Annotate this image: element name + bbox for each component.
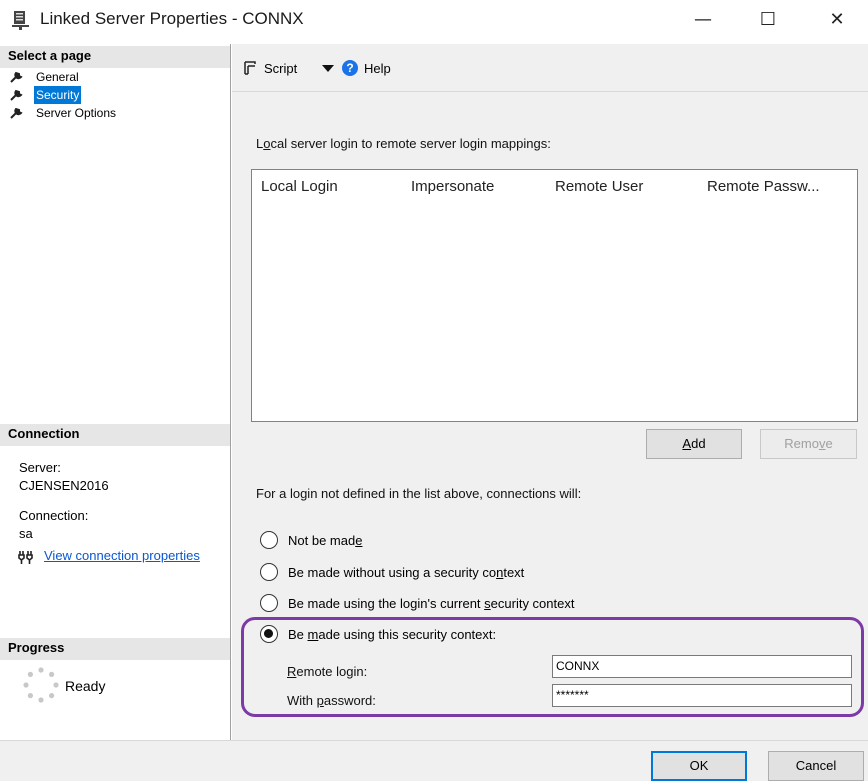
page-item-label: Security — [34, 86, 82, 104]
progress-header: Progress — [0, 638, 230, 660]
help-button[interactable]: ? Help — [342, 58, 391, 78]
option-label: Be made without using a security context — [288, 564, 525, 580]
left-pane-background — [0, 44, 231, 740]
option-this-security-context[interactable]: Be made using this security context: — [260, 624, 496, 644]
column-header-impersonate[interactable]: Impersonate — [411, 178, 494, 195]
option-label: Be made using the login's current securi… — [288, 595, 575, 611]
password-label: With password: — [287, 693, 376, 708]
script-button[interactable]: Script — [242, 58, 297, 78]
plug-icon — [18, 551, 33, 564]
maximize-button[interactable]: ☐ — [745, 0, 791, 40]
radio-login-current-security-context[interactable] — [260, 594, 278, 612]
progress-status: Ready — [65, 678, 106, 694]
ok-button[interactable]: OK — [651, 751, 747, 781]
help-label: Help — [364, 60, 391, 76]
script-dropdown-chevron-icon[interactable] — [320, 58, 336, 78]
connection-header: Connection — [0, 424, 230, 446]
page-item-server-options[interactable]: Server Options — [8, 104, 118, 122]
not-defined-label: For a login not defined in the list abov… — [256, 486, 582, 501]
password-input[interactable]: ******* — [552, 684, 852, 707]
page-item-security[interactable]: Security — [8, 86, 118, 104]
server-icon — [12, 11, 29, 30]
remove-button[interactable]: Remove — [760, 429, 857, 459]
page-item-general[interactable]: General — [8, 68, 118, 86]
server-value: CJENSEN2016 — [19, 478, 109, 493]
minimize-button[interactable]: — — [680, 0, 726, 40]
column-header-local-login[interactable]: Local Login — [261, 178, 338, 195]
login-mappings-grid[interactable]: Local Login Impersonate Remote User Remo… — [251, 169, 858, 422]
view-connection-properties-link[interactable]: View connection properties — [44, 548, 200, 563]
radio-this-security-context[interactable] — [260, 625, 278, 643]
dialog-footer: OK Cancel — [0, 740, 868, 781]
wrench-icon — [10, 89, 23, 101]
select-page-header: Select a page — [0, 46, 230, 68]
mappings-label: Local server login to remote server logi… — [256, 136, 551, 151]
option-without-security-context[interactable]: Be made without using a security context — [260, 562, 524, 582]
option-label: Be made using this security context: — [288, 626, 497, 642]
radio-not-be-made[interactable] — [260, 531, 278, 549]
option-login-current-security-context[interactable]: Be made using the login's current securi… — [260, 593, 574, 613]
page-item-label: General — [36, 70, 79, 84]
connection-label: Connection: — [19, 508, 89, 523]
progress-spinner-icon — [23, 667, 59, 703]
window-title: Linked Server Properties - CONNX — [40, 9, 304, 28]
help-icon: ? — [342, 60, 358, 76]
page-list: General Security Server Options — [8, 68, 118, 122]
option-label: Not be made — [288, 532, 363, 548]
cancel-button[interactable]: Cancel — [768, 751, 864, 781]
connection-value: sa — [19, 526, 33, 541]
remote-login-label: Remote login: — [287, 664, 368, 679]
toolbar: Script ? Help — [232, 44, 868, 92]
security-page: Local server login to remote server logi… — [232, 92, 868, 740]
radio-without-security-context[interactable] — [260, 563, 278, 581]
title-bar: Linked Server Properties - CONNX — ☐ ✕ — [0, 0, 868, 40]
script-label: Script — [264, 60, 298, 76]
remote-login-input[interactable]: CONNX — [552, 655, 852, 678]
column-header-remote-user[interactable]: Remote User — [555, 178, 643, 195]
server-label: Server: — [19, 460, 61, 475]
column-header-remote-password[interactable]: Remote Passw... — [707, 178, 820, 195]
page-item-label: Server Options — [36, 106, 117, 120]
wrench-icon — [10, 71, 23, 83]
script-icon — [244, 61, 256, 75]
wrench-icon — [10, 107, 23, 119]
option-not-be-made[interactable]: Not be made — [260, 530, 362, 550]
add-button[interactable]: Add — [646, 429, 742, 459]
close-button[interactable]: ✕ — [814, 0, 860, 40]
